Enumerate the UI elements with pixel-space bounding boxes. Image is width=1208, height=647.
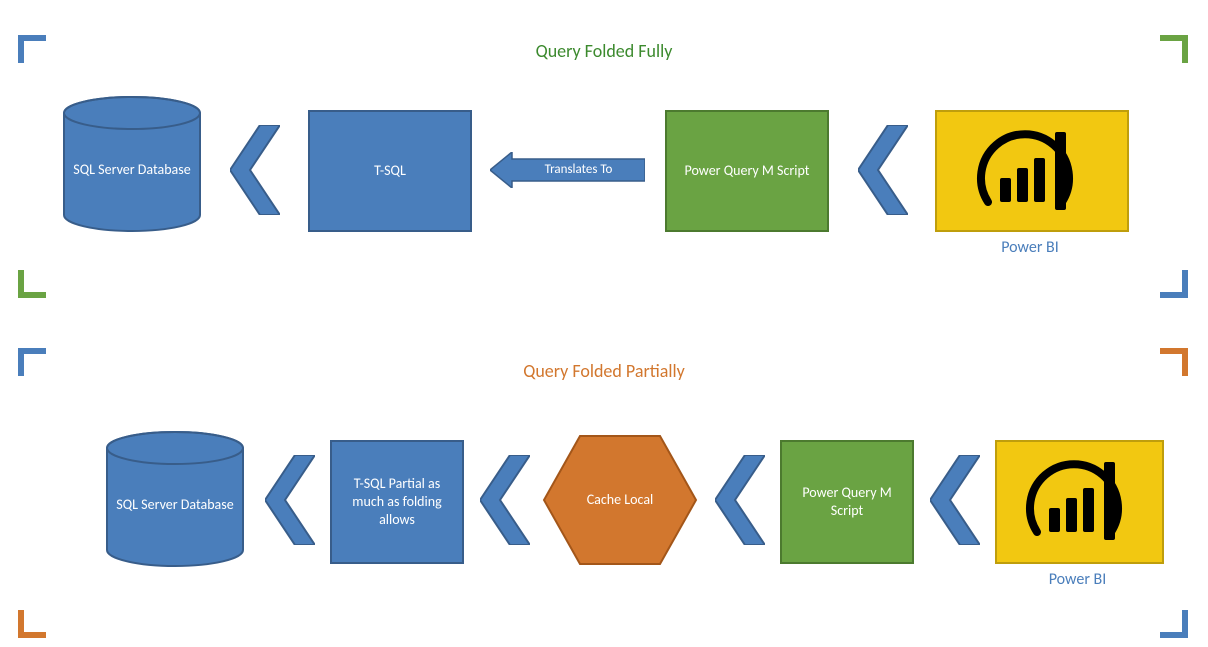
chevron-left-icon [230, 125, 280, 215]
corner-bottom-left-1 [18, 270, 46, 298]
corner-bottom-left-2 [18, 610, 46, 638]
mscript-label-1: Power Query M Script [667, 112, 827, 230]
section2-title: Query Folded Partially [0, 360, 1208, 382]
db-label-2: SQL Server Database [105, 455, 245, 555]
tsql-label-2: T-SQL Partial as much as folding allows [332, 442, 462, 562]
mscript-box-2: Power Query M Script [780, 440, 914, 564]
chevron-left-icon [265, 455, 315, 545]
powerbi-icon [997, 442, 1162, 562]
chevron-left-icon [480, 455, 530, 545]
mscript-label-2: Power Query M Script [782, 442, 912, 562]
tsql-label-1: T-SQL [310, 112, 470, 230]
corner-bottom-right-1 [1160, 270, 1188, 298]
mscript-box-1: Power Query M Script [665, 110, 829, 232]
cache-local-label: Cache Local [540, 430, 700, 570]
tsql-box-1: T-SQL [308, 110, 472, 232]
powerbi-box-2 [995, 440, 1164, 564]
powerbi-icon [937, 112, 1127, 230]
chevron-left-icon [715, 455, 765, 545]
translates-to-label: Translates To [512, 159, 645, 181]
powerbi-label-1: Power BI [935, 238, 1125, 257]
chevron-left-icon [930, 455, 980, 545]
section1-title: Query Folded Fully [0, 40, 1208, 62]
powerbi-box-1 [935, 110, 1129, 232]
corner-bottom-right-2 [1160, 610, 1188, 638]
powerbi-label-2: Power BI [995, 570, 1160, 589]
chevron-left-icon [858, 125, 908, 215]
db-label-1: SQL Server Database [62, 120, 202, 220]
tsql-box-2: T-SQL Partial as much as folding allows [330, 440, 464, 564]
